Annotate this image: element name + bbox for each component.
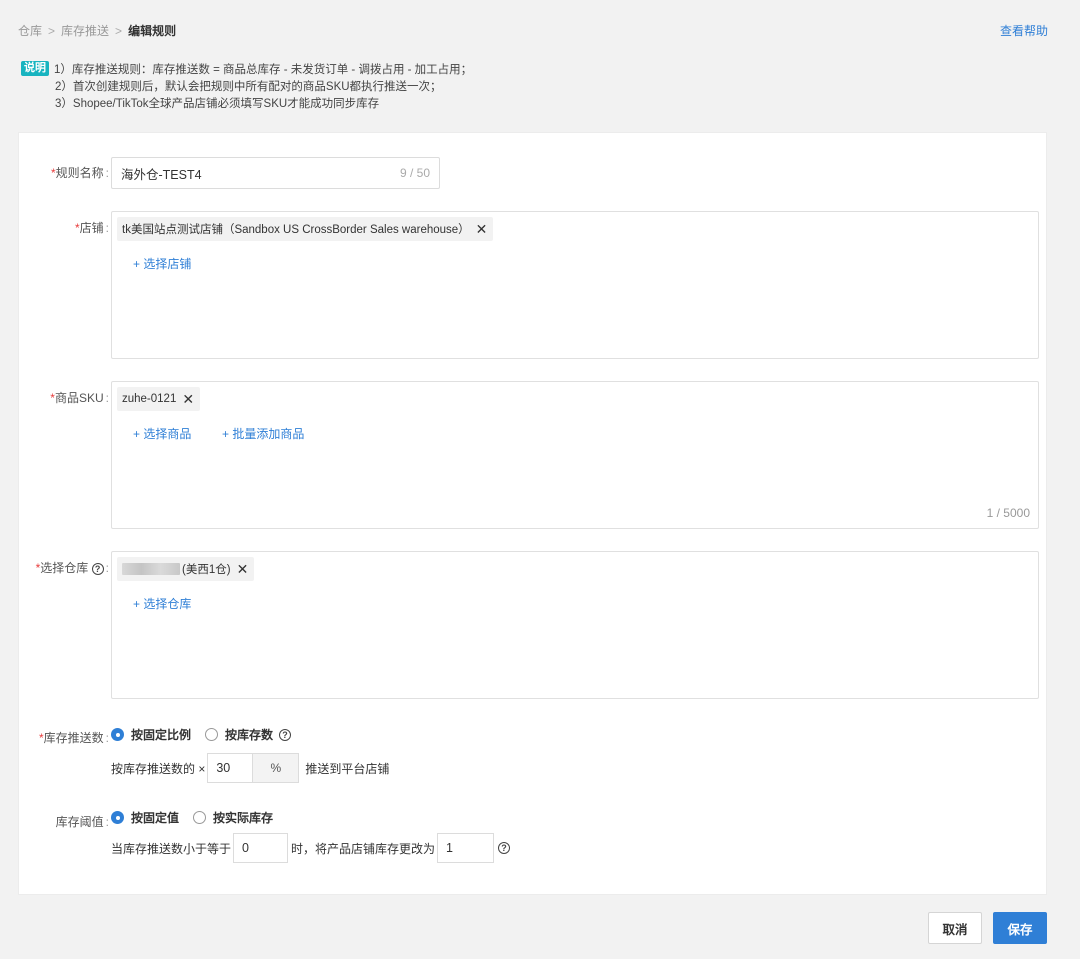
threshold-value: 0	[242, 841, 249, 855]
question-circle-icon[interactable]: ?	[498, 842, 511, 854]
sku-count: 1 / 5000	[986, 506, 1030, 520]
breadcrumb-separator: >	[115, 23, 123, 38]
threshold-prefix: 当库存推送数小于等于	[111, 841, 232, 856]
close-icon[interactable]: ✕	[237, 562, 249, 576]
warehouse-tag: (美西1仓) ✕	[117, 557, 255, 581]
help-link[interactable]: 查看帮助	[1000, 22, 1048, 39]
store-tag: tk美国站点测试店铺（Sandbox US CrossBorder Sales …	[117, 217, 494, 241]
note-text-2: 2）首次创建规则后，默认会把规则中所有配对的商品SKU都执行推送一次；	[55, 80, 442, 93]
radio-actual-stock[interactable]: 按实际库存	[193, 809, 273, 826]
radio-actual-stock-label: 按实际库存	[213, 811, 274, 825]
radio-fixed-value-label: 按固定值	[131, 811, 180, 825]
note-text-3: 3）Shopee/TikTok全球产品店铺必须填写SKU才能成功同步库存	[55, 97, 380, 110]
sku-select-area[interactable]: zuhe-0121 ✕ + 选择商品 + 批量添加商品 1 / 5000	[111, 381, 1039, 529]
select-product-link[interactable]: + 选择商品	[133, 425, 191, 442]
breadcrumb-item-inventory-push[interactable]: 库存推送	[61, 22, 109, 39]
percent-addon: %	[253, 753, 300, 783]
batch-add-product-link[interactable]: + 批量添加商品	[222, 425, 304, 442]
push-ratio-input[interactable]: 30	[207, 753, 254, 783]
rule-name-label: *规则名称:	[50, 166, 109, 180]
radio-fixed-ratio-label: 按固定比例	[131, 728, 192, 742]
sku-tag-label: zuhe-0121	[122, 393, 177, 405]
select-store-link[interactable]: + 选择店铺	[133, 255, 191, 272]
store-label: *店铺:	[74, 221, 109, 235]
radio-fixed-value[interactable]: 按固定值	[111, 809, 179, 826]
store-select-area[interactable]: tk美国站点测试店铺（Sandbox US CrossBorder Sales …	[111, 211, 1039, 359]
threshold-label: 库存阈值:	[55, 815, 109, 829]
sku-label: *商品SKU:	[50, 391, 109, 405]
notes-block: 说明 1）库存推送规则：库存推送数 = 商品总库存 - 未发货订单 - 调拨占用…	[21, 60, 472, 111]
threshold-middle: 时，将产品店铺库存更改为	[291, 841, 436, 856]
warehouse-select-area[interactable]: (美西1仓) ✕ + 选择仓库	[111, 551, 1039, 699]
push-ratio-value: 30	[216, 761, 231, 775]
push-ratio-suffix: 推送到平台店铺	[305, 761, 390, 776]
warehouse-tag-label: (美西1仓)	[182, 564, 231, 576]
rule-name-input[interactable]: 海外仓-TEST4 9 / 50	[111, 157, 440, 189]
save-button[interactable]: 保存	[993, 912, 1047, 944]
breadcrumb: 仓库 > 库存推送 > 编辑规则	[18, 22, 176, 39]
warehouse-label: *选择仓库 ?:	[35, 561, 109, 575]
push-ratio-prefix: 按库存推送数的 ×	[111, 761, 206, 776]
rule-name-count: 9 / 50	[399, 166, 430, 180]
store-stock-value: 1	[446, 841, 453, 855]
radio-by-stock-label: 按库存数	[225, 728, 274, 742]
radio-checked-icon	[111, 811, 124, 824]
rule-form-card: *规则名称: 海外仓-TEST4 9 / 50 *店铺: tk美国站点测试店铺（…	[18, 132, 1047, 895]
radio-fixed-ratio[interactable]: 按固定比例	[111, 726, 191, 743]
close-icon[interactable]: ✕	[182, 392, 194, 406]
radio-by-stock[interactable]: 按库存数 ?	[205, 726, 292, 743]
push-ratio-row: 按库存推送数的 × 30 % 推送到平台店铺	[111, 753, 389, 783]
close-icon[interactable]: ✕	[476, 222, 488, 236]
store-tag-label: tk美国站点测试店铺（Sandbox US CrossBorder Sales …	[122, 224, 470, 236]
sku-tag: zuhe-0121 ✕	[117, 387, 201, 411]
breadcrumb-item-warehouse[interactable]: 仓库	[18, 22, 42, 39]
threshold-row: 当库存推送数小于等于 0 时，将产品店铺库存更改为 1 ?	[111, 833, 511, 863]
radio-unchecked-icon	[205, 728, 219, 741]
rule-name-value: 海外仓-TEST4	[121, 167, 202, 182]
push-count-radio-group: 按固定比例 按库存数 ?	[111, 726, 305, 743]
threshold-radio-group: 按固定值 按实际库存	[111, 809, 287, 826]
note-line-2: 2）首次创建规则后，默认会把规则中所有配对的商品SKU都执行推送一次；	[21, 77, 472, 94]
cancel-button[interactable]: 取消	[928, 912, 982, 944]
radio-checked-icon	[111, 728, 124, 741]
store-stock-input[interactable]: 1	[437, 833, 495, 863]
question-circle-icon[interactable]: ?	[91, 562, 104, 575]
question-circle-icon[interactable]: ?	[279, 728, 292, 741]
push-count-label: *库存推送数:	[38, 731, 109, 745]
breadcrumb-separator: >	[48, 23, 56, 38]
breadcrumb-current: 编辑规则	[128, 24, 177, 38]
radio-unchecked-icon	[193, 811, 207, 824]
threshold-input[interactable]: 0	[233, 833, 289, 863]
select-warehouse-link[interactable]: + 选择仓库	[133, 595, 191, 612]
note-badge: 说明	[21, 61, 49, 76]
blurred-warehouse-name	[122, 563, 180, 575]
note-line-3: 3）Shopee/TikTok全球产品店铺必须填写SKU才能成功同步库存	[21, 94, 472, 111]
note-text-1: 1）库存推送规则：库存推送数 = 商品总库存 - 未发货订单 - 调拨占用 - …	[54, 63, 473, 76]
note-line-1: 说明 1）库存推送规则：库存推送数 = 商品总库存 - 未发货订单 - 调拨占用…	[21, 60, 472, 77]
